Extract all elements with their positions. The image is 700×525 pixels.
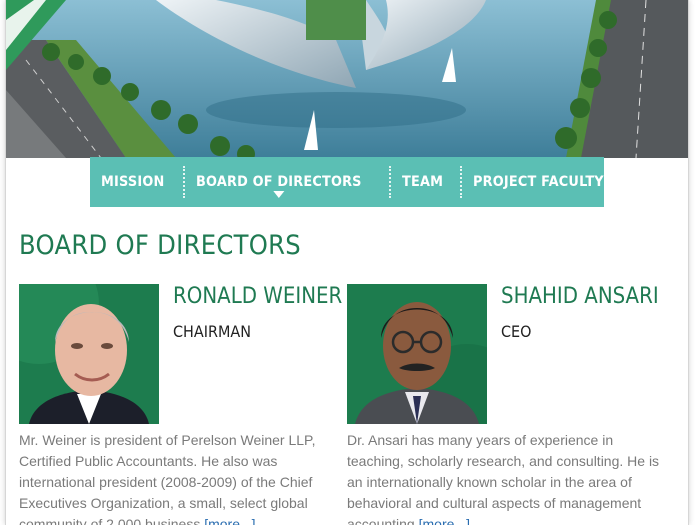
director-role: CHAIRMAN [173,322,252,341]
hero-banner-image [6,0,688,158]
director-name: SHAHID ANSARI [501,284,659,309]
active-tab-caret-icon [273,191,285,198]
tab-label: PROJECT FACULTY [472,174,604,190]
section-tab-bar: MISSION BOARD OF DIRECTORS TEAM PROJECT … [90,157,688,207]
director-bio-text: Dr. Ansari has many years of experience … [347,432,660,525]
tab-mission[interactable]: MISSION [90,157,175,207]
read-more-link[interactable]: [more...] [419,516,470,525]
tab-team[interactable]: TEAM [391,157,454,207]
tab-label: MISSION [101,174,165,190]
tab-label: TEAM [401,174,444,190]
tab-label: BOARD OF DIRECTORS [195,174,362,190]
tab-board-of-directors[interactable]: BOARD OF DIRECTORS [185,157,373,207]
director-photo [19,284,159,424]
director-name: RONALD WEINER [173,284,343,309]
director-role: CEO [501,322,532,341]
director-bio-text: Mr. Weiner is president of Perelson Wein… [19,432,316,525]
tab-project-faculty[interactable]: PROJECT FACULTY [462,157,615,207]
director-bio: Mr. Weiner is president of Perelson Wein… [19,430,337,525]
tab-experts[interactable]: EXPERTS [630,157,688,207]
director-photo [347,284,487,424]
read-more-link[interactable]: [more...] [204,516,255,525]
tab-label: EXPERTS [640,174,688,190]
director-bio: Dr. Ansari has many years of experience … [347,430,665,525]
page-title: BOARD OF DIRECTORS [19,230,301,261]
page-frame: MISSION BOARD OF DIRECTORS TEAM PROJECT … [6,0,688,525]
